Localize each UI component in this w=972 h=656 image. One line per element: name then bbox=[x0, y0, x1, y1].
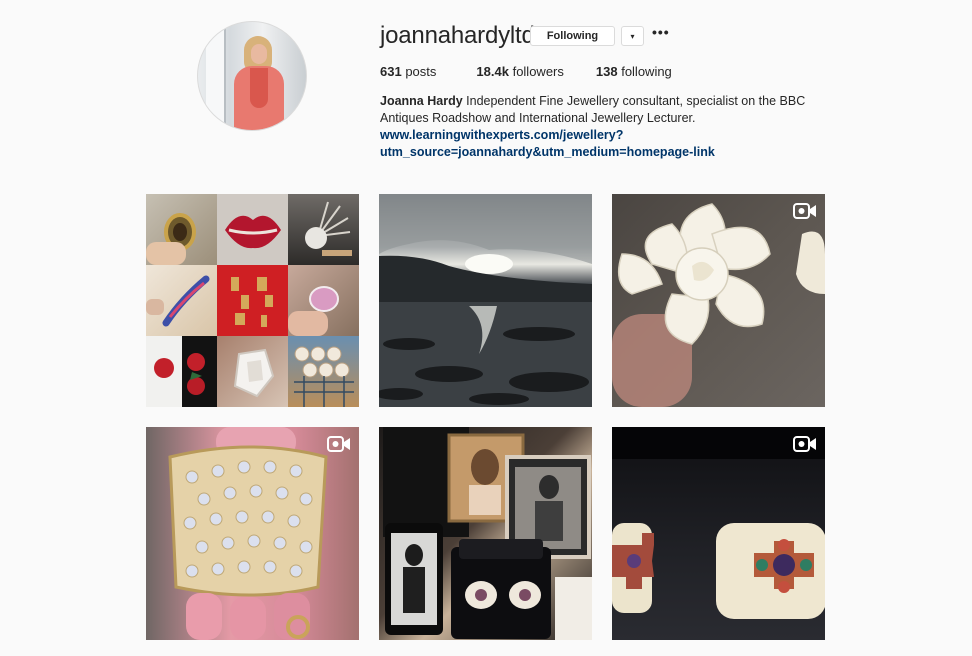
collage-pink-gem-cell bbox=[288, 265, 359, 336]
profile-stats: 631 posts 18.4k followers 138 following bbox=[380, 64, 712, 79]
video-camera-icon bbox=[793, 436, 816, 452]
collage-roses-cell bbox=[146, 336, 217, 407]
enamel-cuffs-icon bbox=[612, 427, 825, 640]
diamond-cuff-icon bbox=[146, 427, 359, 640]
avatar-blouse bbox=[250, 68, 268, 108]
post-tile-cuffs[interactable] bbox=[612, 427, 825, 640]
followers-label: followers bbox=[512, 64, 564, 79]
white-flower-icon bbox=[612, 194, 825, 407]
profile-username: joannahardyltd bbox=[380, 22, 535, 49]
collage-crystal-cell bbox=[217, 336, 288, 407]
following-button[interactable]: Following bbox=[530, 26, 615, 46]
following-count: 138 bbox=[595, 64, 618, 79]
post-tile-collage[interactable] bbox=[146, 194, 359, 407]
avatar-face bbox=[251, 44, 267, 64]
profile-bio: Joanna Hardy Independent Fine Jewellery … bbox=[380, 93, 820, 161]
video-camera-icon bbox=[327, 436, 350, 452]
collage-feather-cell bbox=[146, 265, 217, 336]
posts-count: 631 bbox=[380, 64, 402, 79]
photo-collage-icon bbox=[146, 194, 359, 407]
bio-link-line-1[interactable]: www.learningwithexperts.com/jewellery? bbox=[380, 127, 820, 144]
following-label: following bbox=[621, 64, 672, 79]
followers-stat[interactable]: 18.4k followers bbox=[476, 64, 563, 79]
following-stat[interactable]: 138 following bbox=[596, 64, 672, 79]
post-tile-sea[interactable] bbox=[379, 194, 592, 407]
post-tile-bracelet[interactable] bbox=[146, 427, 359, 640]
collage-lips-cell bbox=[217, 194, 288, 265]
collage-ring-cell bbox=[146, 194, 217, 265]
posts-stat: 631 posts bbox=[380, 64, 436, 79]
profile-avatar[interactable] bbox=[197, 21, 307, 131]
follow-dropdown-button[interactable]: ▾ bbox=[621, 26, 644, 46]
bio-link-line-2[interactable]: utm_source=joannahardy&utm_medium=homepa… bbox=[380, 144, 820, 161]
video-camera-icon bbox=[793, 203, 816, 219]
followers-count: 18.4k bbox=[476, 64, 509, 79]
post-tile-flower[interactable] bbox=[612, 194, 825, 407]
photos-and-earrings-icon bbox=[379, 427, 592, 640]
bio-full-name: Joanna Hardy bbox=[380, 94, 463, 108]
collage-pearls-cell bbox=[288, 336, 359, 407]
sea-landscape-icon bbox=[379, 194, 592, 407]
post-tile-photos[interactable] bbox=[379, 427, 592, 640]
collage-brooch-cell bbox=[288, 194, 359, 265]
avatar-window-frame bbox=[206, 22, 226, 130]
more-options-icon[interactable]: ••• bbox=[652, 24, 670, 40]
collage-gold-pieces-cell bbox=[217, 265, 288, 336]
posts-label: posts bbox=[405, 64, 437, 79]
